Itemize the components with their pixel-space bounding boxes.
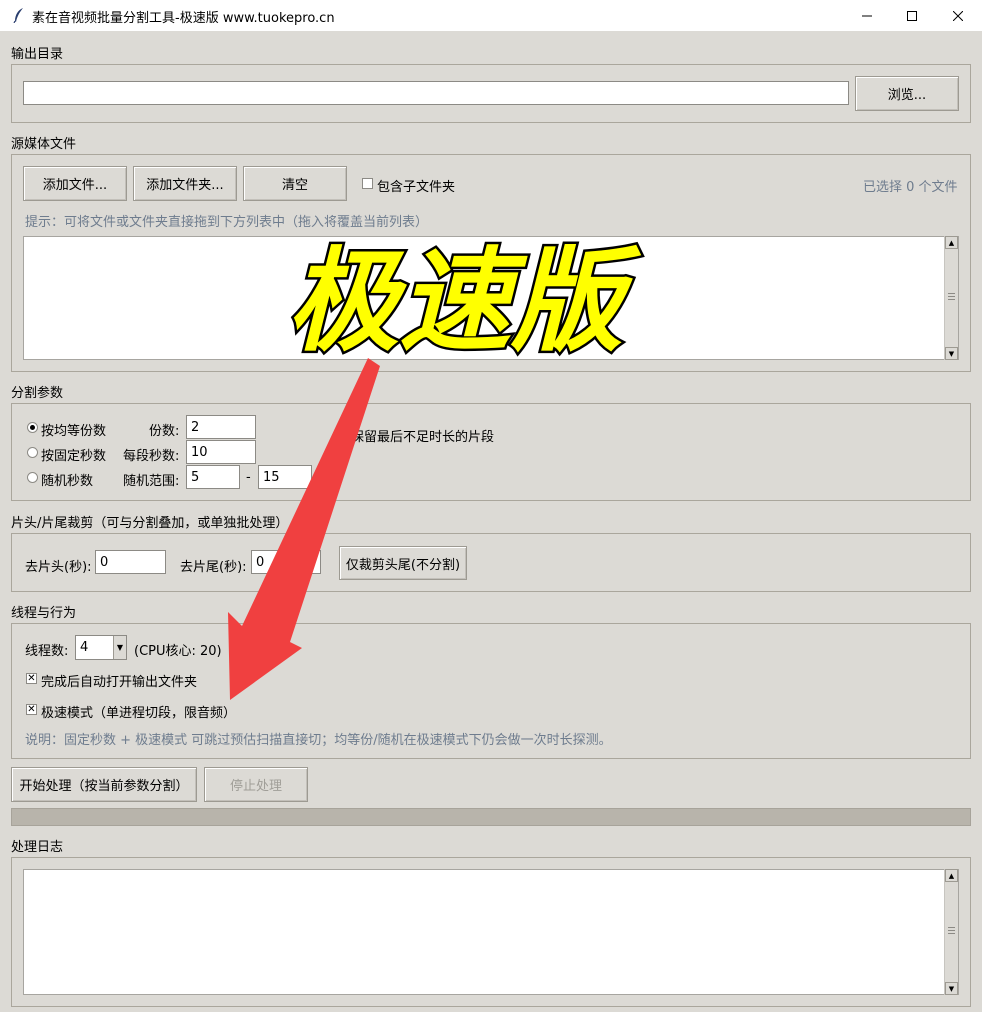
cpu-info: (CPU核心: 20) [134,644,222,659]
browse-button[interactable]: 浏览... [855,76,959,111]
chevron-down-icon[interactable]: ▼ [113,636,126,659]
auto-open-checkbox[interactable]: ✕ [26,673,37,684]
scroll-up-icon[interactable]: ▲ [945,236,958,249]
radio-random-seconds[interactable] [27,472,38,483]
progress-bar [11,808,971,826]
drag-hint: 提示：可将文件或文件夹直接拖到下方列表中（拖入将覆盖当前列表） [25,215,429,230]
log-text-area[interactable] [23,869,959,995]
red-arrow-icon [228,358,380,700]
banner-text: 极速版 [287,237,642,362]
maximize-button[interactable] [889,0,935,31]
output-path-field[interactable] [23,81,849,105]
minimize-icon [862,15,872,16]
radio-fixed-seconds[interactable] [27,447,38,458]
include-subfolders-checkbox[interactable] [362,178,373,189]
radio-random-seconds-label: 随机秒数 [41,474,94,489]
feather-icon [13,8,23,23]
log-section-label: 处理日志 [11,840,64,855]
scroll-grip[interactable] [948,927,955,935]
include-subfolders-label: 包含子文件夹 [377,180,456,195]
add-folder-button[interactable]: 添加文件夹... [133,166,237,201]
threads-section-label: 线程与行为 [11,606,77,621]
thread-count-select[interactable]: 4 ▼ [75,635,127,660]
fast-mode-note: 说明：固定秒数 + 极速模式 可跳过预估扫描直接切；均等份/随机在极速模式下仍会… [25,733,612,748]
range-label: 随机范围: [123,474,180,489]
fast-edition-banner: 极速版 [285,235,645,363]
fast-mode-checkbox[interactable]: ✕ [26,704,37,715]
window-title: 素在音视频批量分割工具-极速版 www.tuokepro.cn [32,11,335,26]
add-file-button[interactable]: 添加文件... [23,166,127,201]
log-scrollbar[interactable]: ▲ ▼ [944,869,958,995]
split-section-label: 分割参数 [11,386,64,401]
fast-mode-label: 极速模式（单进程切段，限音频） [41,706,237,721]
title-bar: 素在音视频批量分割工具-极速版 www.tuokepro.cn [0,0,982,31]
maximize-icon [907,10,917,21]
trim-head-label: 去片头(秒): [25,560,92,575]
radio-fixed-seconds-label: 按固定秒数 [41,449,107,464]
scroll-up-icon[interactable]: ▲ [945,869,958,882]
scroll-grip[interactable] [948,293,955,301]
output-section-label: 输出目录 [11,47,64,62]
trim-head-input[interactable]: 0 [95,550,166,574]
scroll-down-icon[interactable]: ▼ [945,347,958,360]
stop-button[interactable]: 停止处理 [204,767,308,802]
minimize-button[interactable] [844,0,890,31]
clear-button[interactable]: 清空 [243,166,347,201]
source-section-label: 源媒体文件 [11,137,77,152]
parts-label: 份数: [149,424,180,439]
source-list-scrollbar[interactable]: ▲ ▼ [944,236,958,360]
thread-count-label: 线程数: [25,644,69,659]
close-icon [953,10,963,21]
seconds-label: 每段秒数: [123,449,180,464]
scroll-down-icon[interactable]: ▼ [945,982,958,995]
thread-count-value: 4 [80,640,89,655]
auto-open-label: 完成后自动打开输出文件夹 [41,675,198,690]
radio-equal-parts[interactable] [27,422,38,433]
start-button[interactable]: 开始处理（按当前参数分割） [11,767,197,802]
radio-equal-parts-label: 按均等份数 [41,424,107,439]
selected-count: 已选择 0 个文件 [863,180,958,195]
close-button[interactable] [935,0,981,31]
